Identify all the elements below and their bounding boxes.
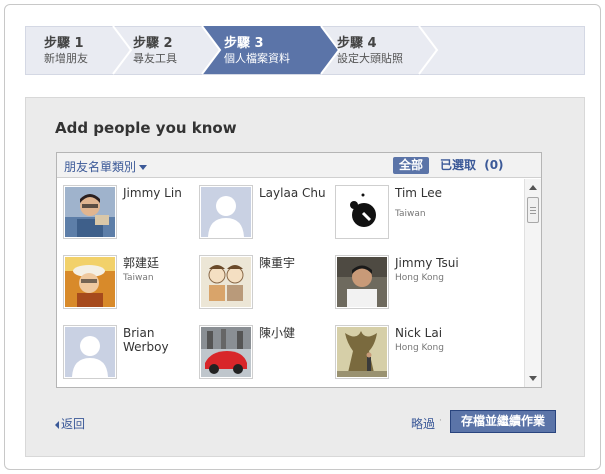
scroll-down-icon[interactable]: [529, 376, 537, 381]
friend-location: Taiwan: [395, 209, 426, 219]
step-2-number: 步驟 2: [133, 36, 173, 51]
avatar: [335, 185, 389, 239]
main-panel: Add people you know 朋友名單類別 全部 已選取 (0) Ji…: [25, 97, 585, 457]
friend-name: Brian Werboy: [123, 326, 169, 354]
page-title: Add people you know: [55, 119, 237, 137]
tab-selected[interactable]: 已選取 (0): [440, 157, 504, 174]
avatar: [63, 185, 117, 239]
friend-name: Jimmy Tsui: [395, 256, 459, 270]
scroll-thumb[interactable]: [527, 197, 539, 223]
avatar: [199, 325, 253, 379]
avatar: [63, 255, 117, 309]
friend-list-scrollbar[interactable]: [524, 179, 541, 387]
step-4-label: 設定大頭貼照: [337, 52, 403, 65]
step-1: 步驟 1 新增朋友: [44, 27, 88, 74]
friend-item[interactable]: 郭建廷 Taiwan: [63, 255, 199, 315]
friend-item[interactable]: Jimmy Lin: [63, 185, 199, 245]
tab-selected-label: 已選取: [440, 158, 477, 172]
friend-item[interactable]: Brian Werboy: [63, 325, 199, 385]
step-2: 步驟 2 尋友工具: [133, 27, 177, 74]
avatar: [335, 255, 389, 309]
friend-name: Nick Lai: [395, 326, 443, 340]
friend-item[interactable]: Laylaa Chu: [199, 185, 335, 245]
step-3-label: 個人檔案資料: [224, 52, 290, 65]
step-4: 步驟 4 設定大頭貼照: [337, 27, 403, 74]
step-3-number: 步驟 3: [224, 36, 264, 51]
friend-item[interactable]: Nick Lai Hong Kong: [335, 325, 471, 385]
friend-item[interactable]: 陳小健: [199, 325, 335, 385]
friend-location: Taiwan: [123, 273, 154, 283]
friend-name: 郭建廷: [123, 256, 160, 270]
friend-item[interactable]: Jimmy Tsui Hong Kong: [335, 255, 471, 315]
step-1-label: 新增朋友: [44, 52, 88, 65]
scroll-up-icon[interactable]: [529, 185, 537, 190]
avatar: [199, 255, 253, 309]
friend-location: Hong Kong: [395, 343, 444, 353]
save-and-continue-button[interactable]: 存檔並繼續作業: [450, 410, 556, 433]
dialog-frame: 步驟 1 新增朋友 步驟 2 尋友工具 步驟 3 個人檔案資料 步驟 4 設定大…: [4, 4, 601, 470]
friend-location: Hong Kong: [395, 273, 444, 283]
friend-name: Tim Lee: [395, 186, 443, 200]
skip-link[interactable]: 略過: [411, 415, 435, 432]
tab-selected-count: (0): [484, 158, 504, 172]
default-avatar: [199, 185, 253, 239]
category-label: 朋友名單類別: [64, 160, 137, 174]
step-3: 步驟 3 個人檔案資料: [224, 27, 290, 74]
tab-all[interactable]: 全部: [393, 157, 430, 174]
friend-item[interactable]: Tim Lee Taiwan: [335, 185, 471, 245]
step-1-number: 步驟 1: [44, 36, 84, 51]
back-link[interactable]: 返回: [55, 415, 85, 432]
friend-selector-header: 朋友名單類別 全部 已選取 (0): [57, 153, 541, 178]
default-avatar: [63, 325, 117, 379]
friend-name: 陳重宇: [259, 256, 296, 270]
steps-chevrons: [112, 26, 439, 75]
avatar: [335, 325, 389, 379]
friend-name: Laylaa Chu: [259, 186, 326, 200]
step-4-number: 步驟 4: [337, 36, 377, 51]
separator-dot: ·: [439, 416, 442, 426]
friend-name: 陳小健: [259, 326, 296, 340]
steps-bar: 步驟 1 新增朋友 步驟 2 尋友工具 步驟 3 個人檔案資料 步驟 4 設定大…: [25, 26, 585, 75]
friend-name: Jimmy Lin: [123, 186, 182, 200]
step-2-label: 尋友工具: [133, 52, 177, 65]
chevron-down-icon: [139, 165, 148, 170]
back-label: 返回: [61, 417, 86, 431]
friend-item[interactable]: 陳重宇: [199, 255, 335, 315]
friend-selector: 朋友名單類別 全部 已選取 (0) Jimmy Lin Laylaa Chu T…: [56, 152, 542, 388]
friend-list-category-dropdown[interactable]: 朋友名單類別: [64, 158, 148, 175]
friend-grid: Jimmy Lin Laylaa Chu Tim Lee Taiwan 郭建廷 …: [57, 179, 523, 387]
chevron-left-icon: [55, 420, 59, 429]
